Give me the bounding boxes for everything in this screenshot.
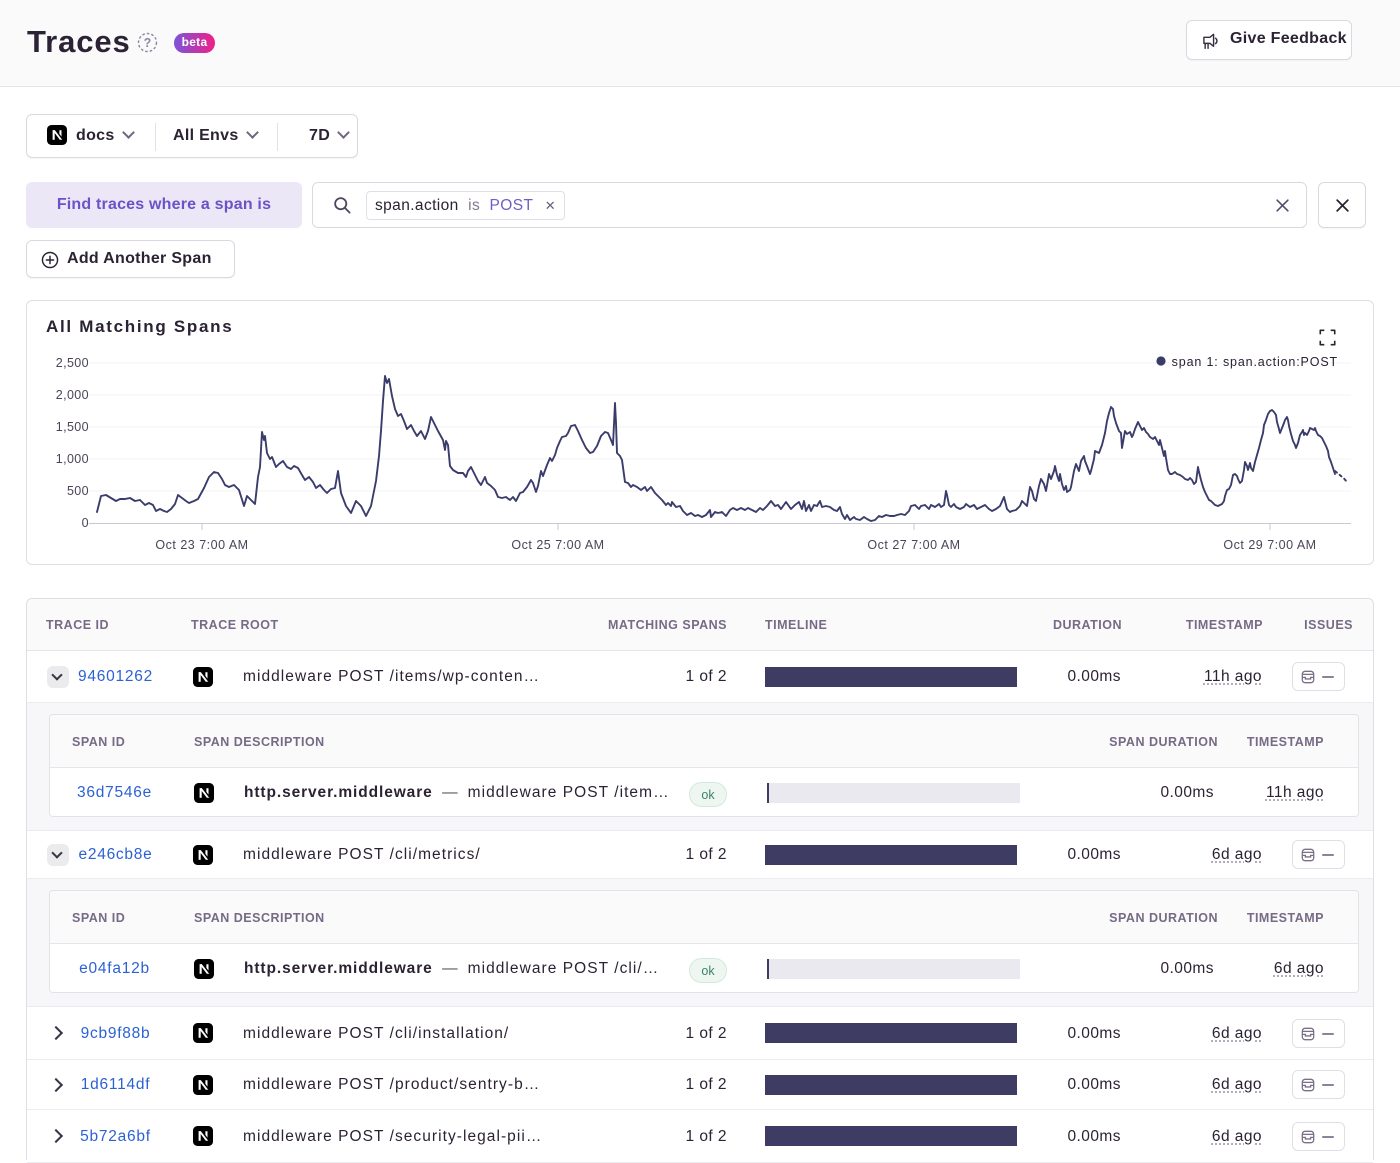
svg-text:?: ? xyxy=(144,36,152,50)
